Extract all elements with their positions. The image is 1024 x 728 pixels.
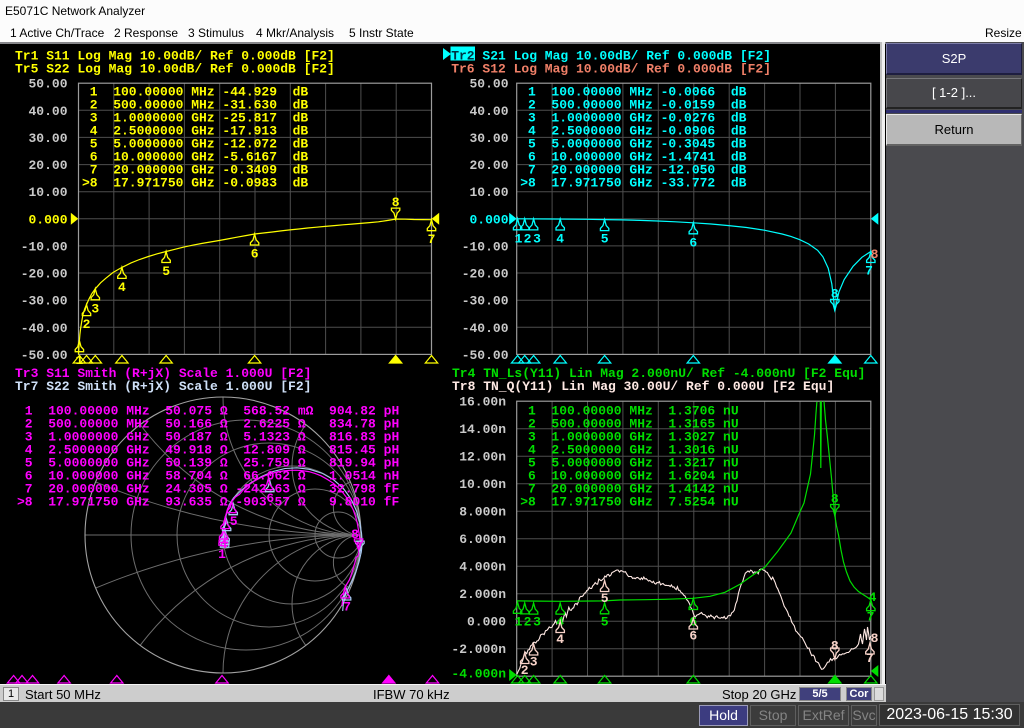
svg-text:0.000: 0.000 xyxy=(28,212,67,227)
svg-text:1: 1 xyxy=(218,547,226,562)
svg-text:2: 2 xyxy=(524,231,532,246)
svg-text:12.00n: 12.00n xyxy=(459,450,506,465)
svg-text:4: 4 xyxy=(869,590,877,605)
svg-text:-20.00: -20.00 xyxy=(462,267,509,282)
svg-text:6: 6 xyxy=(689,629,697,644)
svg-text:3: 3 xyxy=(533,615,541,630)
svg-text:-40.00: -40.00 xyxy=(21,321,68,336)
svg-text:8: 8 xyxy=(392,195,400,210)
svg-text:2: 2 xyxy=(83,317,91,332)
svg-text:-4.000n: -4.000n xyxy=(451,667,506,682)
svg-text:4: 4 xyxy=(118,280,126,295)
svg-text:-10.00: -10.00 xyxy=(462,239,509,254)
svg-text:4: 4 xyxy=(556,632,564,647)
svg-text:14.00n: 14.00n xyxy=(459,422,506,437)
svg-text:8: 8 xyxy=(831,286,839,301)
svg-text:8: 8 xyxy=(871,631,879,646)
svg-text:-30.00: -30.00 xyxy=(21,294,68,309)
svg-text:5: 5 xyxy=(601,615,609,630)
svg-text:-50.00: -50.00 xyxy=(21,348,68,363)
svg-text:>8 17.971750 GHz 7.5254 nU: >8 17.971750 GHz 7.5254 nU xyxy=(520,495,738,510)
svg-text:7: 7 xyxy=(866,651,874,666)
svg-text:5: 5 xyxy=(230,514,238,529)
svg-text:6.000n: 6.000n xyxy=(459,532,506,547)
svg-text:50.00: 50.00 xyxy=(28,77,67,92)
svg-text:50.00: 50.00 xyxy=(469,77,508,92)
svg-text:-20.00: -20.00 xyxy=(21,267,68,282)
svg-text:10.00: 10.00 xyxy=(28,185,67,200)
svg-text:30.00: 30.00 xyxy=(469,131,508,146)
svg-text:40.00: 40.00 xyxy=(469,104,508,119)
svg-text:7: 7 xyxy=(865,264,873,279)
svg-text:>8 17.971750 GHz -33.772 dB: >8 17.971750 GHz -33.772 dB xyxy=(520,176,746,191)
svg-text:7: 7 xyxy=(428,232,436,247)
svg-text:10.00: 10.00 xyxy=(469,185,508,200)
svg-text:8: 8 xyxy=(351,527,359,542)
svg-text:30.00: 30.00 xyxy=(28,131,67,146)
svg-text:7: 7 xyxy=(343,600,351,615)
svg-text:1: 1 xyxy=(515,615,523,630)
svg-text:-2.000n: -2.000n xyxy=(451,642,506,657)
svg-text:16.00n: 16.00n xyxy=(459,395,506,410)
svg-text:-10.00: -10.00 xyxy=(21,239,68,254)
svg-text:-40.00: -40.00 xyxy=(462,321,509,336)
svg-text:6: 6 xyxy=(266,491,274,506)
svg-text:>8 17.971750 GHz -0.0983 dB: >8 17.971750 GHz -0.0983 dB xyxy=(82,176,308,191)
svg-text:Tr7 S22 Smith (R+jX) Scale 1.0: Tr7 S22 Smith (R+jX) Scale 1.000U [F2] xyxy=(15,379,311,394)
svg-text:7: 7 xyxy=(867,610,875,625)
svg-text:3: 3 xyxy=(530,655,538,670)
svg-text:40.00: 40.00 xyxy=(28,104,67,119)
svg-text:1: 1 xyxy=(515,231,523,246)
svg-text:3: 3 xyxy=(533,231,541,246)
svg-text:20.00: 20.00 xyxy=(28,158,67,173)
svg-text:10.00n: 10.00n xyxy=(459,477,506,492)
svg-text:5: 5 xyxy=(601,232,609,247)
svg-text:5: 5 xyxy=(162,264,170,279)
svg-text:8: 8 xyxy=(831,639,839,654)
svg-text:-50.00: -50.00 xyxy=(462,348,509,363)
svg-text:6: 6 xyxy=(251,247,259,262)
svg-text:20.00: 20.00 xyxy=(469,158,508,173)
svg-text:0.000: 0.000 xyxy=(467,615,506,630)
svg-text:4.000n: 4.000n xyxy=(459,560,506,575)
svg-text:-30.00: -30.00 xyxy=(462,294,509,309)
svg-text:8: 8 xyxy=(831,492,839,507)
svg-text:5: 5 xyxy=(601,591,609,606)
svg-text:0.000: 0.000 xyxy=(469,212,508,227)
svg-text:4: 4 xyxy=(556,232,564,247)
svg-text:Tr5 S22 Log Mag 10.00dB/ Ref 0: Tr5 S22 Log Mag 10.00dB/ Ref 0.000dB [F2… xyxy=(15,62,335,77)
svg-text:Tr8 TN_Q(Y11) Lin Mag 30.00U/: Tr8 TN_Q(Y11) Lin Mag 30.00U/ Ref 0.000U… xyxy=(452,379,834,394)
svg-text:3: 3 xyxy=(91,301,99,316)
svg-text:6: 6 xyxy=(689,235,697,250)
svg-text:>8 17.971750 GHz 93.635 Ω -9: >8 17.971750 GHz 93.635 Ω -903.57 Ω 9.80… xyxy=(17,495,399,510)
svg-text:Tr6 S12 Log Mag 10.00dB/ Ref 0: Tr6 S12 Log Mag 10.00dB/ Ref 0.000dB [F2… xyxy=(451,62,771,77)
svg-text:8.000n: 8.000n xyxy=(459,505,506,520)
svg-text:2.000n: 2.000n xyxy=(459,587,506,602)
svg-text:8: 8 xyxy=(871,247,879,262)
svg-text:2: 2 xyxy=(524,615,532,630)
